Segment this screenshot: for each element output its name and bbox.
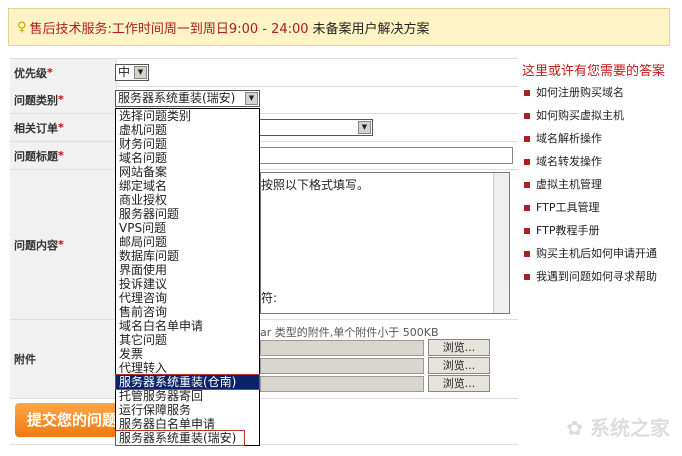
dropdown-option[interactable]: 邮局问题 bbox=[116, 235, 259, 249]
help-list: 如何注册购买域名 如何购买虚拟主机 域名解析操作 域名转发操作 虚拟主机管理 FTP工具管… bbox=[522, 81, 682, 288]
content-textarea[interactable]: 按照以下格式填写。 符: bbox=[260, 172, 510, 314]
priority-label: 优先级 bbox=[14, 66, 47, 80]
help-link[interactable]: 域名转发操作 bbox=[522, 150, 682, 173]
category-select[interactable]: 服务器系统重装(瑞安) ▼ bbox=[115, 90, 260, 107]
dropdown-option[interactable]: 代理转入 bbox=[116, 361, 259, 375]
unregistered-users-link[interactable]: 未备案用户解决方案 bbox=[313, 18, 430, 37]
category-row: 问题类别 * 服务器系统重装(瑞安) ▼ bbox=[10, 86, 518, 114]
order-row: 相关订单 * ▼ bbox=[10, 114, 518, 142]
dropdown-option[interactable]: 服务器系统重装(瑞安) bbox=[115, 430, 245, 446]
browse-button-1[interactable]: 浏览... bbox=[428, 339, 490, 356]
file-input-3[interactable] bbox=[260, 376, 424, 392]
help-title: 这里或许有您需要的答案 bbox=[522, 64, 666, 79]
dropdown-option[interactable]: VPS问题 bbox=[116, 221, 259, 235]
file-input-1[interactable] bbox=[260, 340, 424, 356]
dropdown-option[interactable]: 其它问题 bbox=[116, 333, 259, 347]
dropdown-option[interactable]: 绑定域名 bbox=[116, 179, 259, 193]
chevron-down-icon: ▼ bbox=[358, 121, 371, 134]
banner-hours: :工作时间周一到周日9:00 - 24:00 bbox=[107, 21, 309, 37]
submit-button[interactable]: 提交您的问题 bbox=[15, 403, 125, 437]
content-line1: 按照以下格式填写。 bbox=[261, 178, 370, 192]
dropdown-option[interactable]: 虚机问题 bbox=[116, 123, 259, 137]
help-link[interactable]: FTP工具管理 bbox=[522, 196, 682, 219]
required-star: * bbox=[58, 93, 64, 106]
dropdown-option[interactable]: 界面使用 bbox=[116, 263, 259, 277]
file-input-2[interactable] bbox=[260, 358, 424, 374]
dropdown-option[interactable]: 服务器问题 bbox=[116, 207, 259, 221]
help-link[interactable]: FTP教程手册 bbox=[522, 219, 682, 242]
title-label: 问题标题 bbox=[14, 149, 58, 163]
dropdown-option[interactable]: 代理咨询 bbox=[116, 291, 259, 305]
browse-button-2[interactable]: 浏览... bbox=[428, 357, 490, 374]
dropdown-option[interactable]: 运行保障服务 bbox=[116, 403, 259, 417]
dropdown-option[interactable]: 投诉建议 bbox=[116, 277, 259, 291]
dropdown-option[interactable]: 网站备案 bbox=[116, 165, 259, 179]
attachment-label: 附件 bbox=[14, 353, 36, 366]
required-star: * bbox=[58, 238, 64, 251]
content-label: 问题内容 bbox=[14, 238, 58, 252]
banner-title: 售后技术服务 bbox=[29, 21, 108, 37]
dropdown-option[interactable]: 域名白名单申请 bbox=[116, 319, 259, 333]
help-link[interactable]: 如何购买虚拟主机 bbox=[522, 104, 682, 127]
browse-button-3[interactable]: 浏览... bbox=[428, 375, 490, 392]
textarea-scrollbar[interactable] bbox=[493, 173, 509, 313]
dropdown-option[interactable]: 服务器系统重装(仓南) bbox=[115, 374, 260, 390]
required-star: * bbox=[58, 149, 64, 162]
lightbulb-icon: ♀ bbox=[17, 19, 27, 35]
priority-select[interactable]: 中 ▼ bbox=[115, 64, 149, 81]
chevron-down-icon: ▼ bbox=[245, 92, 258, 105]
service-banner: ♀ 售后技术服务 :工作时间周一到周日9:00 - 24:00 未备案用户解决方… bbox=[8, 8, 670, 46]
dropdown-option[interactable]: 服务器白名单申请 bbox=[116, 417, 259, 431]
priority-value: 中 bbox=[118, 65, 131, 79]
required-star: * bbox=[47, 66, 53, 79]
order-label: 相关订单 bbox=[14, 121, 58, 135]
content-line2: 符: bbox=[261, 291, 278, 305]
help-link[interactable]: 域名解析操作 bbox=[522, 127, 682, 150]
required-star: * bbox=[58, 121, 64, 134]
dropdown-option[interactable]: 财务问题 bbox=[116, 137, 259, 151]
title-row: 问题标题 * bbox=[10, 142, 518, 170]
dropdown-option[interactable]: 数据库问题 bbox=[116, 249, 259, 263]
help-link[interactable]: 购买主机后如何申请开通 bbox=[522, 242, 682, 265]
dropdown-option[interactable]: 托管服务器寄回 bbox=[116, 389, 259, 403]
dropdown-option[interactable]: 商业授权 bbox=[116, 193, 259, 207]
attachment-hint: ar 类型的附件,单个附件小于 500KB bbox=[260, 326, 439, 339]
dropdown-option[interactable]: 售前咨询 bbox=[116, 305, 259, 319]
category-dropdown-list[interactable]: 选择问题类别 虚机问题 财务问题 域名问题 网站备案 绑定域名 商业授权 服务器问题 VPS问题… bbox=[115, 108, 260, 446]
priority-row: 优先级 * 中 ▼ bbox=[10, 58, 518, 87]
dropdown-option[interactable]: 域名问题 bbox=[116, 151, 259, 165]
watermark-logo: ✿ 系统之家 bbox=[566, 416, 670, 440]
help-link[interactable]: 如何注册购买域名 bbox=[522, 81, 682, 104]
dropdown-option[interactable]: 选择问题类别 bbox=[116, 109, 259, 123]
dropdown-option[interactable]: 发票 bbox=[116, 347, 259, 361]
help-link[interactable]: 虚拟主机管理 bbox=[522, 173, 682, 196]
category-value: 服务器系统重装(瑞安) bbox=[118, 91, 236, 105]
chevron-down-icon: ▼ bbox=[134, 66, 147, 79]
category-label: 问题类别 bbox=[14, 93, 58, 107]
help-panel: 这里或许有您需要的答案 如何注册购买域名 如何购买虚拟主机 域名解析操作 域名转发操作… bbox=[522, 60, 682, 288]
help-link[interactable]: 我遇到问题如何寻求帮助 bbox=[522, 265, 682, 288]
